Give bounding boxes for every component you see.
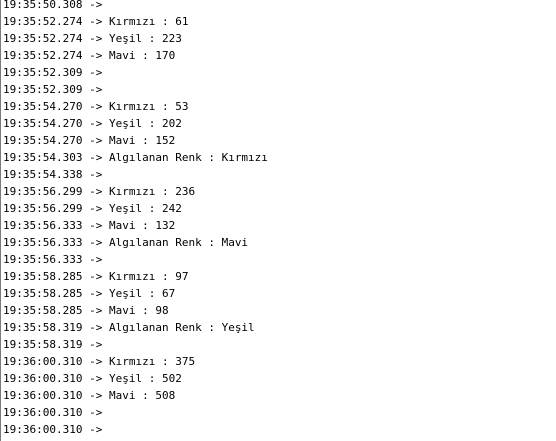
- log-line: 19:35:58.285 -> Yeşil : 67: [3, 285, 268, 302]
- log-message: Mavi : 132: [108, 219, 176, 232]
- log-timestamp: 19:35:54.338: [3, 168, 83, 181]
- log-timestamp: 19:35:52.274: [3, 49, 83, 62]
- log-timestamp: 19:35:54.303: [3, 151, 83, 164]
- serial-monitor-output[interactable]: 19:35:50.308 -> 19:35:52.274 -> Kırmızı …: [0, 0, 556, 441]
- log-line: 19:35:54.270 -> Kırmızı : 53: [3, 98, 268, 115]
- log-message: Kırmızı : 61: [108, 15, 189, 28]
- log-line: 19:36:00.310 -> Mavi : 508: [3, 387, 268, 404]
- log-arrow: ->: [89, 100, 103, 113]
- log-timestamp: 19:36:00.310: [3, 372, 83, 385]
- log-arrow: ->: [89, 321, 103, 334]
- log-arrow: ->: [89, 117, 103, 130]
- log-line: 19:35:58.319 ->: [3, 336, 268, 353]
- log-message: Mavi : 170: [108, 49, 176, 62]
- log-line: 19:35:58.285 -> Mavi : 98: [3, 302, 268, 319]
- log-message: Yeşil : 242: [108, 202, 182, 215]
- log-arrow: ->: [89, 151, 103, 164]
- log-timestamp: 19:35:56.299: [3, 202, 83, 215]
- log-line: 19:36:00.310 -> Yeşil : 502: [3, 370, 268, 387]
- log-line: 19:35:52.274 -> Yeşil : 223: [3, 30, 268, 47]
- log-timestamp: 19:35:54.270: [3, 134, 83, 147]
- log-line: 19:35:56.333 -> Algılanan Renk : Mavi: [3, 234, 268, 251]
- log-line: 19:35:52.309 ->: [3, 81, 268, 98]
- log-arrow: ->: [89, 236, 103, 249]
- log-timestamp: 19:36:00.310: [3, 406, 83, 419]
- log-line: 19:36:00.310 ->: [3, 421, 268, 438]
- log-line: 19:35:54.270 -> Mavi : 152: [3, 132, 268, 149]
- log-arrow: ->: [89, 168, 103, 181]
- log-line: 19:35:52.274 -> Mavi : 170: [3, 47, 268, 64]
- log-timestamp: 19:35:58.319: [3, 321, 83, 334]
- log-arrow: ->: [89, 15, 103, 28]
- log-message: Mavi : 508: [108, 389, 176, 402]
- log-timestamp: 19:35:54.270: [3, 117, 83, 130]
- log-arrow: ->: [89, 372, 103, 385]
- log-message: Algılanan Renk : Mavi: [108, 236, 249, 249]
- log-message: Kırmızı : 375: [108, 355, 196, 368]
- log-line: 19:35:52.274 -> Kırmızı : 61: [3, 13, 268, 30]
- log-timestamp: 19:35:52.309: [3, 66, 83, 79]
- log-line: 19:35:54.303 -> Algılanan Renk : Kırmızı: [3, 149, 268, 166]
- log-arrow: ->: [89, 355, 103, 368]
- log-line: 19:35:58.319 -> Algılanan Renk : Yeşil: [3, 319, 268, 336]
- log-timestamp: 19:36:00.310: [3, 423, 83, 436]
- log-message: Kırmızı : 236: [108, 185, 196, 198]
- log-line: 19:35:54.338 ->: [3, 166, 268, 183]
- log-line: 19:35:56.299 -> Yeşil : 242: [3, 200, 268, 217]
- log-timestamp: 19:35:56.333: [3, 236, 83, 249]
- log-timestamp: 19:35:58.285: [3, 304, 83, 317]
- log-line: 19:35:56.333 -> Mavi : 132: [3, 217, 268, 234]
- log-timestamp: 19:35:52.309: [3, 83, 83, 96]
- log-line: 19:35:56.299 -> Kırmızı : 236: [3, 183, 268, 200]
- log-message: Yeşil : 67: [108, 287, 176, 300]
- log-line: 19:35:54.270 -> Yeşil : 202: [3, 115, 268, 132]
- log-timestamp: 19:35:52.274: [3, 32, 83, 45]
- log-message: Mavi : 98: [108, 304, 169, 317]
- log-arrow: ->: [89, 49, 103, 62]
- log-message: Kırmızı : 97: [108, 270, 189, 283]
- log-message: Yeşil : 502: [108, 372, 182, 385]
- log-timestamp: 19:35:58.319: [3, 338, 83, 351]
- log-line: 19:35:52.309 ->: [3, 64, 268, 81]
- log-arrow: ->: [89, 0, 103, 11]
- log-timestamp: 19:35:54.270: [3, 100, 83, 113]
- log-arrow: ->: [89, 66, 103, 79]
- log-timestamp: 19:35:56.333: [3, 219, 83, 232]
- log-message: Mavi : 152: [108, 134, 176, 147]
- log-timestamp: 19:35:56.299: [3, 185, 83, 198]
- log-arrow: ->: [89, 389, 103, 402]
- log-arrow: ->: [89, 270, 103, 283]
- log-arrow: ->: [89, 287, 103, 300]
- log-timestamp: 19:35:52.274: [3, 15, 83, 28]
- log-message: Algılanan Renk : Yeşil: [108, 321, 255, 334]
- log-timestamp: 19:36:00.310: [3, 389, 83, 402]
- log-arrow: ->: [89, 304, 103, 317]
- log-timestamp: 19:36:00.310: [3, 355, 83, 368]
- log-line: 19:36:00.310 -> Kırmızı : 375: [3, 353, 268, 370]
- log-message: Kırmızı : 53: [108, 100, 189, 113]
- log-line: 19:36:00.310 ->: [3, 404, 268, 421]
- log-arrow: ->: [89, 32, 103, 45]
- log-message: Yeşil : 202: [108, 117, 182, 130]
- log-arrow: ->: [89, 338, 103, 351]
- log-message: Yeşil : 223: [108, 32, 182, 45]
- log-message: Algılanan Renk : Kırmızı: [108, 151, 268, 164]
- log-timestamp: 19:35:56.333: [3, 253, 83, 266]
- log-arrow: ->: [89, 185, 103, 198]
- output-left-border: [0, 0, 1, 441]
- log-timestamp: 19:35:50.308: [3, 0, 83, 11]
- log-line: 19:35:56.333 ->: [3, 251, 268, 268]
- log-arrow: ->: [89, 406, 103, 419]
- log-arrow: ->: [89, 219, 103, 232]
- log-timestamp: 19:35:58.285: [3, 287, 83, 300]
- log-arrow: ->: [89, 253, 103, 266]
- log-arrow: ->: [89, 423, 103, 436]
- log-arrow: ->: [89, 83, 103, 96]
- log-arrow: ->: [89, 134, 103, 147]
- log-output-list: 19:35:50.308 -> 19:35:52.274 -> Kırmızı …: [3, 0, 268, 438]
- log-timestamp: 19:35:58.285: [3, 270, 83, 283]
- log-line: 19:35:50.308 ->: [3, 0, 268, 13]
- log-arrow: ->: [89, 202, 103, 215]
- log-line: 19:35:58.285 -> Kırmızı : 97: [3, 268, 268, 285]
